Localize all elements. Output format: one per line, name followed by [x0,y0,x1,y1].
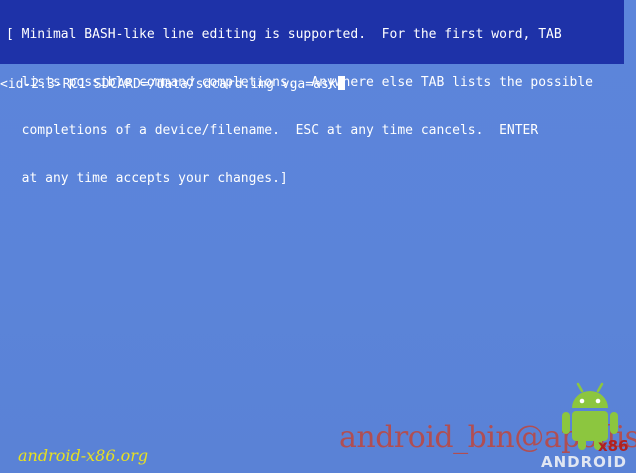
help-line: completions of a device/filename. ESC at… [6,123,539,138]
help-line: [ Minimal BASH-like line editing is supp… [6,27,562,42]
site-url: android-x86.org [18,446,149,465]
command-text: <id-2.3-RC1 SDCARD=/data/sdcard.img vga=… [0,77,337,92]
help-box: [ Minimal BASH-like line editing is supp… [0,0,624,186]
text-cursor [337,76,345,90]
command-line-input[interactable]: <id-2.3-RC1 SDCARD=/data/sdcard.img vga=… [0,76,345,93]
logo-wordmark: ANDROID [541,453,627,471]
grub-edit-screen: [ Minimal BASH-like line editing is supp… [0,0,636,473]
help-line: at any time accepts your changes.] [6,171,288,186]
